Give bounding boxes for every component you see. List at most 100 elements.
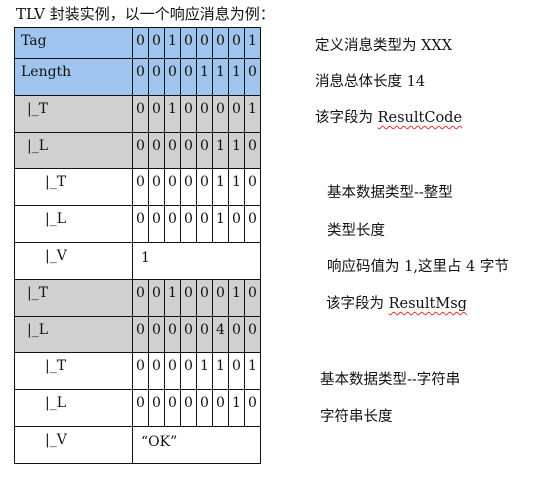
bit-cell: 0 [180, 168, 197, 207]
bit-cell: 0 [212, 278, 229, 317]
tlv-row: |_V 1 [14, 241, 261, 280]
bit-cell: 0 [132, 131, 149, 170]
bit-cell: 0 [244, 58, 261, 96]
bit-cell: 0 [148, 94, 165, 133]
row-note: 类型长度 [327, 223, 385, 239]
bit-cell: 0 [196, 27, 213, 59]
bit-cell: 1 [196, 58, 213, 96]
row-note-keyword: ResultMsg [388, 296, 467, 312]
row-note: 基本数据类型--整型 [327, 185, 453, 201]
bit-cell: 0 [148, 389, 165, 427]
bit-cell: 0 [180, 352, 197, 391]
field-name-label: |_T [27, 284, 49, 301]
tlv-row: |_L 0 0 0 0 0 4 0 0 [14, 315, 261, 354]
bit-cell: 1 [228, 131, 245, 170]
bit-cell: 0 [180, 131, 197, 170]
tlv-row: |_L 0 0 0 0 0 1 0 0 [14, 205, 261, 243]
bit-cell: 0 [132, 315, 149, 354]
bit-cell: 0 [132, 205, 149, 243]
field-name: |_T [14, 352, 133, 391]
field-name-label: |_L [27, 137, 49, 154]
row-note: 该字段为 ResultMsg [326, 292, 467, 313]
field-name-label: |_L [45, 211, 67, 228]
bit-cell: 0 [132, 278, 149, 317]
field-name: Length [14, 58, 133, 96]
field-name: |_V [14, 241, 133, 280]
bit-cell: 0 [228, 94, 245, 133]
bit-cell: 1 [212, 205, 229, 243]
tlv-table: Tag 0 0 1 0 0 0 0 1 Length 0 0 0 0 1 1 1 0 |_T 0 0 1 0 0 0 0 1 |_L 0… [14, 27, 261, 464]
row-note: 响应码值为 1,这里占 4 字节 [327, 259, 509, 275]
bit-cell: 0 [196, 205, 213, 243]
bit-cell: 0 [196, 315, 213, 354]
bit-cell: 1 [228, 168, 245, 207]
row-note-keyword: ResultCode [377, 110, 463, 126]
bit-cell: 0 [148, 27, 165, 59]
value-cell: 1 [132, 241, 261, 280]
tlv-row: |_T 0 0 1 0 0 0 1 0 [14, 278, 261, 317]
intro-text: TLV 封装实例，以一个响应消息为例： [16, 5, 275, 23]
tlv-row: |_T 0 0 0 0 1 1 0 1 [14, 352, 261, 391]
field-name-label: |_L [45, 395, 67, 412]
tlv-row: |_T 0 0 1 0 0 0 0 1 [14, 94, 261, 133]
bit-cell: 1 [228, 278, 245, 317]
bit-cell: 1 [164, 278, 181, 317]
bit-cell: 1 [228, 58, 245, 96]
field-name: |_L [14, 205, 133, 243]
field-name-label: |_T [45, 174, 67, 191]
bit-cell: 0 [212, 389, 229, 427]
row-note: 基本数据类型--字符串 [320, 372, 461, 388]
bit-cell: 0 [148, 278, 165, 317]
field-name: |_T [14, 94, 133, 133]
row-note-prefix: 该字段为 [326, 296, 389, 312]
bit-cell: 0 [180, 94, 197, 133]
bit-cell: 1 [244, 352, 261, 391]
bit-cell: 1 [212, 168, 229, 207]
bit-cell: 0 [180, 278, 197, 317]
field-name-label: |_V [45, 247, 67, 264]
field-name: |_T [14, 278, 133, 317]
bit-cell: 0 [148, 352, 165, 391]
bit-cell: 0 [180, 27, 197, 59]
bit-cell: 0 [132, 168, 149, 207]
bit-cell: 1 [164, 94, 181, 133]
field-name: |_L [14, 315, 133, 354]
bit-cell: 0 [212, 94, 229, 133]
tlv-row: |_T 0 0 0 0 0 1 1 0 [14, 168, 261, 207]
bit-cell: 0 [148, 315, 165, 354]
field-name-label: |_T [27, 100, 49, 117]
bit-cell: 0 [244, 168, 261, 207]
bit-cell: 1 [164, 27, 181, 59]
bit-cell: 0 [244, 131, 261, 170]
bit-cell: 0 [132, 352, 149, 391]
tlv-row: |_V “OK” [14, 425, 261, 464]
value-cell: “OK” [132, 425, 261, 464]
field-name: |_L [14, 131, 133, 170]
bit-cell: 0 [228, 315, 245, 354]
tlv-row: |_L 0 0 0 0 0 1 1 0 [14, 131, 261, 170]
bit-cell: 0 [164, 168, 181, 207]
bit-cell: 0 [132, 58, 149, 96]
bit-cell: 0 [196, 168, 213, 207]
bit-cell: 0 [228, 205, 245, 243]
bit-cell: 0 [196, 94, 213, 133]
bit-cell: 1 [244, 94, 261, 133]
field-name: |_L [14, 389, 133, 427]
bit-cell: 0 [244, 389, 261, 427]
bit-cell: 1 [212, 352, 229, 391]
row-note-prefix: 该字段为 [315, 110, 378, 126]
bit-cell: 0 [132, 94, 149, 133]
bit-cell: 0 [196, 278, 213, 317]
row-note: 定义消息类型为 XXX [315, 38, 453, 54]
bit-cell: 1 [196, 352, 213, 391]
tlv-row: Length 0 0 0 0 1 1 1 0 [14, 58, 261, 96]
bit-cell: 0 [196, 131, 213, 170]
tlv-row: |_L 0 0 0 0 0 0 1 0 [14, 389, 261, 427]
bit-cell: 1 [228, 389, 245, 427]
bit-cell: 0 [164, 58, 181, 96]
field-name-label: |_L [27, 321, 49, 338]
row-note: 该字段为 ResultCode [315, 106, 462, 127]
bit-cell: 0 [180, 58, 197, 96]
tlv-row: Tag 0 0 1 0 0 0 0 1 [14, 27, 261, 59]
bit-cell: 0 [164, 131, 181, 170]
